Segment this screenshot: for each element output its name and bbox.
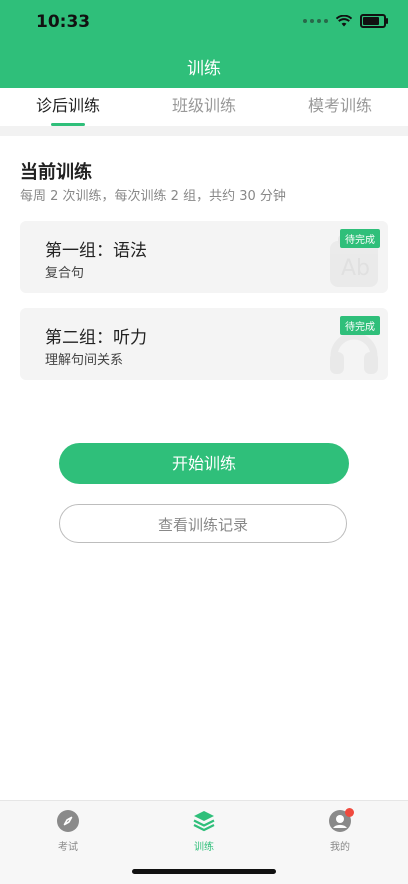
current-training-subtitle: 每周 2 次训练，每次训练 2 组，共约 30 分钟 [20, 189, 286, 204]
tab-label: 诊后训练 [35, 96, 100, 115]
nav-label: 训练 [194, 842, 214, 853]
battery-icon [360, 14, 388, 28]
group-subtitle: 理解句间关系 [45, 353, 124, 368]
view-training-history-button[interactable]: 查看训练记录 [59, 504, 347, 543]
signal-icon [303, 19, 328, 23]
home-indicator [132, 869, 276, 874]
group-title: 第一组：语法 [45, 241, 147, 261]
nav-label: 我的 [330, 842, 350, 853]
nav-item-exam[interactable]: 考试 [28, 809, 108, 853]
section-divider [0, 126, 408, 136]
group-card-grammar[interactable]: Ab 第一组：语法 复合句 待完成 [20, 221, 388, 293]
current-training-title: 当前训练 [20, 162, 92, 183]
svg-text:Ab: Ab [341, 256, 370, 281]
status-icons [303, 14, 388, 28]
start-training-button[interactable]: 开始训练 [59, 443, 349, 484]
compass-icon [57, 810, 79, 832]
group-subtitle: 复合句 [45, 266, 85, 281]
nav-item-training[interactable]: 训练 [164, 809, 244, 853]
tab-label: 模考训练 [307, 96, 372, 115]
tab-class-training[interactable]: 班级训练 [136, 88, 272, 126]
status-badge: 待完成 [340, 229, 380, 248]
status-time: 10:33 [36, 12, 91, 32]
nav-label: 考试 [58, 842, 78, 853]
group-card-listening[interactable]: 第二组：听力 理解句间关系 待完成 [20, 308, 388, 380]
nav-item-mine[interactable]: 我的 [300, 808, 380, 853]
page-title: 训练 [187, 59, 221, 79]
status-badge: 待完成 [340, 316, 380, 335]
training-tabs: 诊后训练 班级训练 模考训练 [0, 88, 408, 126]
top-bar: 10:33 训练 [0, 0, 408, 88]
notification-dot [345, 808, 354, 817]
tab-post-diagnosis-training[interactable]: 诊后训练 [0, 88, 136, 126]
group-title: 第二组：听力 [45, 328, 147, 348]
wifi-icon [336, 15, 352, 27]
layers-icon [193, 811, 215, 832]
tab-mock-exam-training[interactable]: 模考训练 [272, 88, 408, 126]
tab-label: 班级训练 [171, 96, 236, 115]
